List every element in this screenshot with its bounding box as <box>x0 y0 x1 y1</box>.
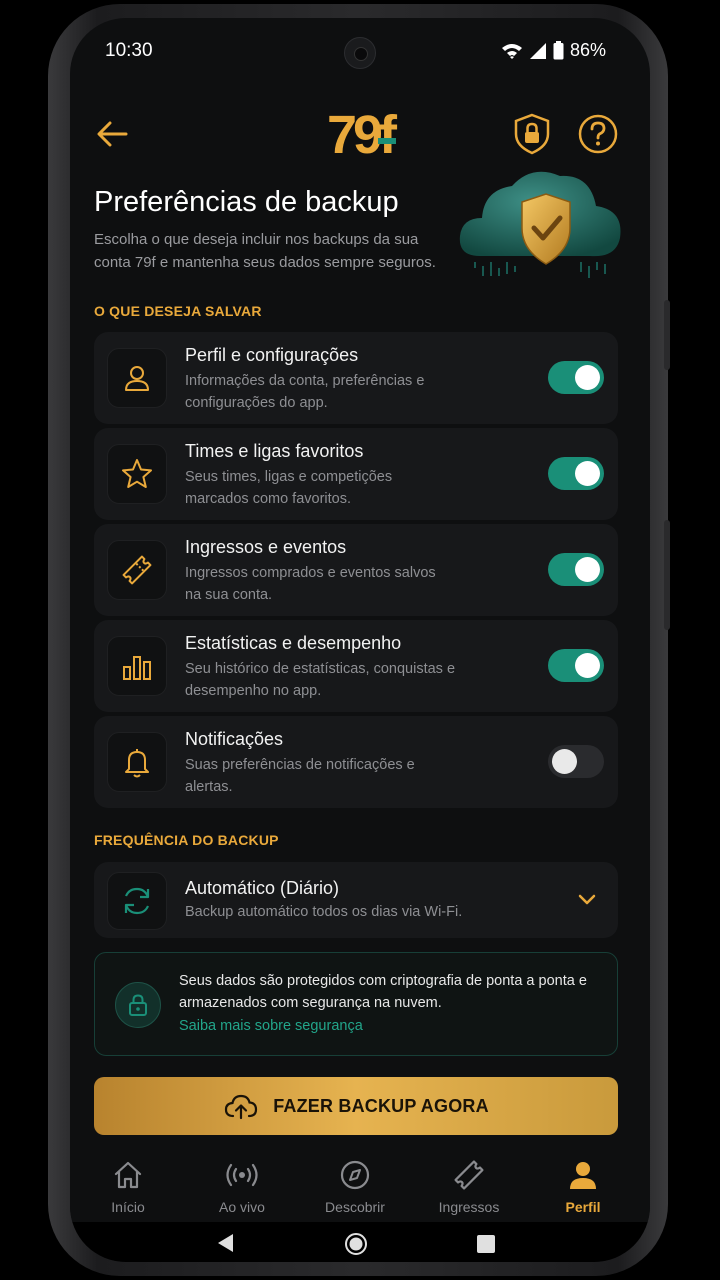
battery-icon <box>553 41 564 60</box>
item-description: Informações da conta, preferências e con… <box>185 373 425 411</box>
item-description: Seus times, ligas e competições marcados… <box>185 469 393 507</box>
backup-item-favorites: Times e ligas favoritos Seus times, liga… <box>94 428 618 520</box>
toggle-profile[interactable] <box>548 361 604 394</box>
sync-icon <box>124 887 150 915</box>
bottom-tab-bar: Início Ao vivo Descobrir Ingressos Perfi… <box>70 1150 650 1222</box>
item-icon-box <box>107 636 167 696</box>
item-icon-box <box>107 444 167 504</box>
profile-icon <box>570 1162 596 1189</box>
status-bar: 10:30 86% <box>70 18 650 84</box>
page-subtitle: Escolha o que deseja incluir nos backups… <box>94 231 436 271</box>
page-title: Preferências de backup <box>94 186 399 218</box>
nav-back-icon[interactable] <box>215 1232 235 1254</box>
toggle-stats[interactable] <box>548 649 604 682</box>
frequency-section-label: FREQUÊNCIA DO BACKUP <box>94 832 279 848</box>
tab-perfil[interactable]: Perfil <box>533 1160 633 1215</box>
item-icon-box <box>107 540 167 600</box>
screen: 10:30 86% 79f Preferências de backup Esc… <box>70 18 650 1262</box>
chevron-down-icon <box>578 894 596 905</box>
tab-label: Descobrir <box>325 1199 385 1215</box>
backup-now-button[interactable]: FAZER BACKUP AGORA <box>94 1077 618 1135</box>
item-description: Suas preferências de notificações e aler… <box>185 757 415 795</box>
live-icon <box>226 1163 258 1187</box>
home-icon <box>114 1161 142 1189</box>
front-camera <box>344 37 376 69</box>
toggle-knob <box>575 461 600 486</box>
status-time: 10:30 <box>105 40 153 61</box>
tab-ao-vivo[interactable]: Ao vivo <box>192 1160 292 1215</box>
power-button <box>664 520 670 630</box>
item-description: Seu histórico de estatísticas, conquista… <box>185 661 456 699</box>
item-icon-box <box>107 872 167 930</box>
toggle-knob <box>575 557 600 582</box>
item-title: Notificações <box>185 729 284 749</box>
tab-inicio[interactable]: Início <box>78 1160 178 1215</box>
security-text: Seus dados são protegidos com criptograf… <box>179 973 587 1011</box>
security-lock-icon[interactable] <box>510 112 554 156</box>
security-learn-more-link[interactable]: Saiba mais sobre segurança <box>179 1018 363 1034</box>
svg-text:79f: 79f <box>327 105 398 165</box>
save-section-label: O QUE DESEJA SALVAR <box>94 303 262 319</box>
item-description: Ingressos comprados e eventos salvos na … <box>185 565 436 603</box>
item-title: Estatísticas e desempenho <box>185 633 402 653</box>
cloud-shield-illustration <box>459 171 621 278</box>
nav-home-icon[interactable] <box>344 1232 368 1256</box>
backup-item-tickets: Ingressos e eventos Ingressos comprados … <box>94 524 618 616</box>
tab-descobrir[interactable]: Descobrir <box>305 1160 405 1215</box>
volume-button <box>664 300 670 370</box>
toggle-knob <box>552 749 577 774</box>
toggle-notifications[interactable] <box>548 745 604 778</box>
tab-label: Perfil <box>565 1199 601 1215</box>
security-notice: Seus dados são protegidos com criptograf… <box>94 952 618 1056</box>
toggle-knob <box>575 653 600 678</box>
help-icon[interactable] <box>576 112 620 156</box>
toggle-knob <box>575 365 600 390</box>
backup-item-notifications: Notificações Suas preferências de notifi… <box>94 716 618 808</box>
frequency-value: Automático (Diário) <box>185 878 340 898</box>
backup-item-profile: Perfil e configurações Informações da co… <box>94 332 618 424</box>
item-title: Perfil e configurações <box>185 345 359 365</box>
frequency-select[interactable]: Automático (Diário) Backup automático to… <box>94 862 618 938</box>
battery-percent: 86% <box>569 40 606 60</box>
status-icons: 86% <box>501 40 606 61</box>
tab-label: Ao vivo <box>219 1199 265 1215</box>
lock-icon <box>129 994 147 1016</box>
toggle-tickets[interactable] <box>548 553 604 586</box>
cloud-upload-icon <box>225 1094 258 1120</box>
app-logo[interactable]: 79f <box>310 100 410 166</box>
star-icon <box>122 459 152 488</box>
wifi-icon <box>501 43 522 59</box>
system-nav-bar <box>70 1222 650 1262</box>
lock-icon-circle <box>115 982 161 1028</box>
user-icon <box>125 366 149 391</box>
tab-ingressos[interactable]: Ingressos <box>419 1160 519 1215</box>
nav-recents-icon[interactable] <box>476 1234 496 1254</box>
backup-now-label: FAZER BACKUP AGORA <box>273 1095 489 1116</box>
ticket-icon <box>122 555 152 585</box>
tab-label: Ingressos <box>438 1199 500 1215</box>
bell-icon <box>125 749 149 778</box>
item-icon-box <box>107 348 167 408</box>
frequency-description: Backup automático todos os dias via Wi-F… <box>185 904 463 920</box>
back-arrow-icon[interactable] <box>92 114 132 154</box>
item-icon-box <box>107 732 167 792</box>
backup-item-stats: Estatísticas e desempenho Seu histórico … <box>94 620 618 712</box>
item-title: Times e ligas favoritos <box>185 441 364 461</box>
ticket-icon <box>454 1160 484 1190</box>
compass-icon <box>340 1160 370 1190</box>
item-title: Ingressos e eventos <box>185 537 347 557</box>
tab-label: Início <box>111 1199 145 1215</box>
signal-icon <box>529 42 546 59</box>
toggle-favorites[interactable] <box>548 457 604 490</box>
bar-chart-icon <box>123 656 151 680</box>
